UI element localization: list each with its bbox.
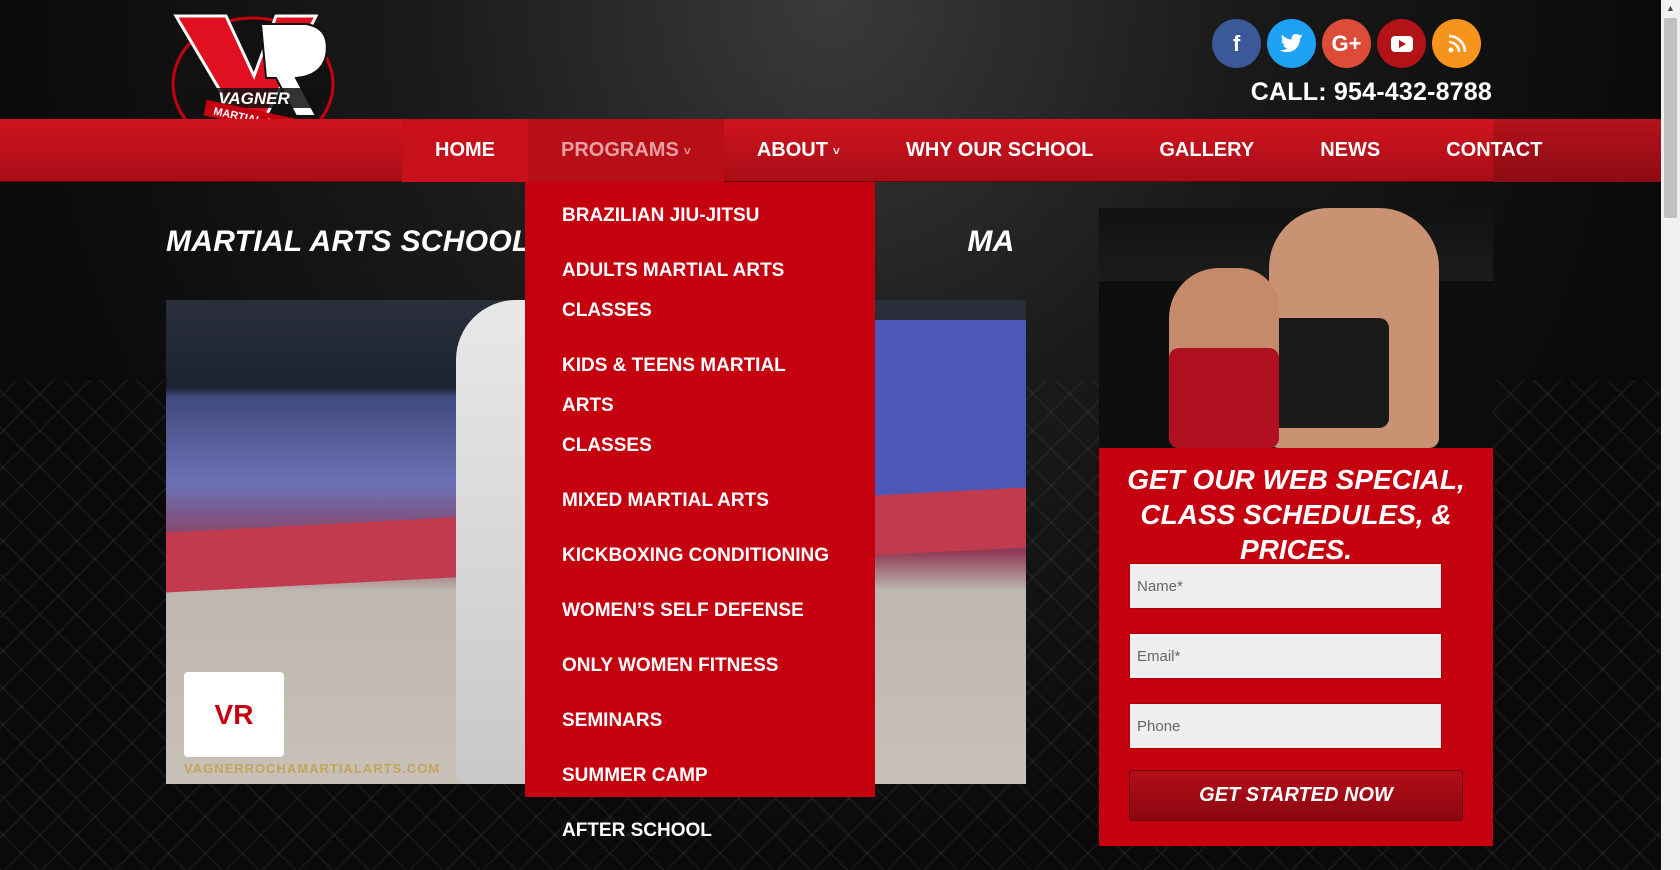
get-started-button[interactable]: GET STARTED NOW [1129,770,1463,821]
nav-item-why-our-school[interactable]: WHY OUR SCHOOL [873,119,1126,182]
phone-field[interactable]: Phone [1129,703,1442,749]
nav-label: HOME [435,139,495,161]
scrollbar-thumb[interactable] [1664,18,1677,218]
nav-item-home[interactable]: HOME [402,119,528,182]
youtube-icon[interactable] [1377,19,1426,68]
dropdown-item-bjj[interactable]: BRAZILIAN JIU-JITSU [525,196,875,236]
nav-label: GALLERY [1159,139,1255,161]
facebook-icon[interactable]: f [1212,19,1261,68]
dropdown-item-label: SEMINARS [562,710,663,731]
nav-item-gallery[interactable]: GALLERY [1126,119,1287,182]
nav-label: CONTACT [1446,139,1543,161]
dropdown-item-label: WOMEN’S SELF DEFENSE [562,600,804,621]
dropdown-item-summer-camp[interactable]: SUMMER CAMP [525,756,875,796]
dropdown-item-label: BRAZILIAN JIU-JITSU [562,205,760,226]
dropdown-item-mma[interactable]: MIXED MARTIAL ARTS [525,481,875,521]
google-plus-icon[interactable]: G+ [1322,19,1371,68]
page-title-tail: MA [967,225,1015,258]
signup-form: GET OUR WEB SPECIAL, CLASS SCHEDULES, & … [1099,448,1493,846]
email-field[interactable]: Email* [1129,633,1442,679]
nav-label: ABOUT [756,139,828,161]
nav-label: PROGRAMS [561,139,679,161]
rss-icon[interactable] [1432,19,1481,68]
phone-call[interactable]: CALL: 954-432-8788 [1251,78,1492,107]
twitter-icon[interactable] [1267,19,1316,68]
nav-item-news[interactable]: NEWS [1287,119,1413,182]
nav-item-about[interactable]: ABOUT ˅ [724,119,873,182]
dropdown-item-after-school[interactable]: AFTER SCHOOL [525,811,875,851]
dropdown-item-label: KICKBOXING CONDITIONING [562,545,830,566]
dropdown-item-kickboxing[interactable]: KICKBOXING CONDITIONING [525,536,875,576]
nav-label: WHY OUR SCHOOL [905,139,1094,161]
social-links: f G+ [1212,19,1481,68]
dropdown-item-womens-self-defense[interactable]: WOMEN’S SELF DEFENSE [525,591,875,631]
dropdown-item-kids-teens[interactable]: KIDS & TEENS MARTIAL ARTS CLASSES [525,346,875,466]
chevron-down-icon: ˅ [683,143,691,158]
dropdown-item-label-line2: CLASSES [562,435,652,456]
main-nav: HOME PROGRAMS ˅ ABOUT ˅ WHY OUR SCHOOL G… [402,119,1575,182]
dropdown-item-label: AFTER SCHOOL [562,820,712,841]
dropdown-item-label: KIDS & TEENS MARTIAL ARTS [562,355,786,416]
nav-label: NEWS [1320,139,1381,161]
chevron-down-icon: ˅ [832,143,840,158]
video-watermark-url: VAGNERROCHAMARTIALARTS.COM [184,761,441,776]
dropdown-item-seminars[interactable]: SEMINARS [525,701,875,741]
dropdown-item-label: SUMMER CAMP [562,765,708,786]
video-watermark-logo: VR [184,672,284,757]
nav-item-contact[interactable]: CONTACT [1413,119,1575,182]
dropdown-item-adults[interactable]: ADULTS MARTIAL ARTS CLASSES [525,251,875,331]
nav-item-programs[interactable]: PROGRAMS ˅ [528,119,724,182]
page-title-text: MARTIAL ARTS SCHOOL PE [166,225,580,258]
programs-dropdown: BRAZILIAN JIU-JITSU ADULTS MARTIAL ARTS … [525,182,875,841]
dropdown-item-label: ADULTS MARTIAL ARTS CLASSES [562,260,785,321]
dropdown-item-only-women-fitness[interactable]: ONLY WOMEN FITNESS [525,646,875,686]
dropdown-item-label: ONLY WOMEN FITNESS [562,655,779,676]
fighters-image [1099,208,1493,448]
name-field[interactable]: Name* [1129,563,1442,609]
dropdown-item-label: MIXED MARTIAL ARTS [562,490,769,511]
signup-title: GET OUR WEB SPECIAL, CLASS SCHEDULES, & … [1127,464,1465,565]
scroll-up-arrow-icon[interactable]: ▲ [1661,0,1680,17]
